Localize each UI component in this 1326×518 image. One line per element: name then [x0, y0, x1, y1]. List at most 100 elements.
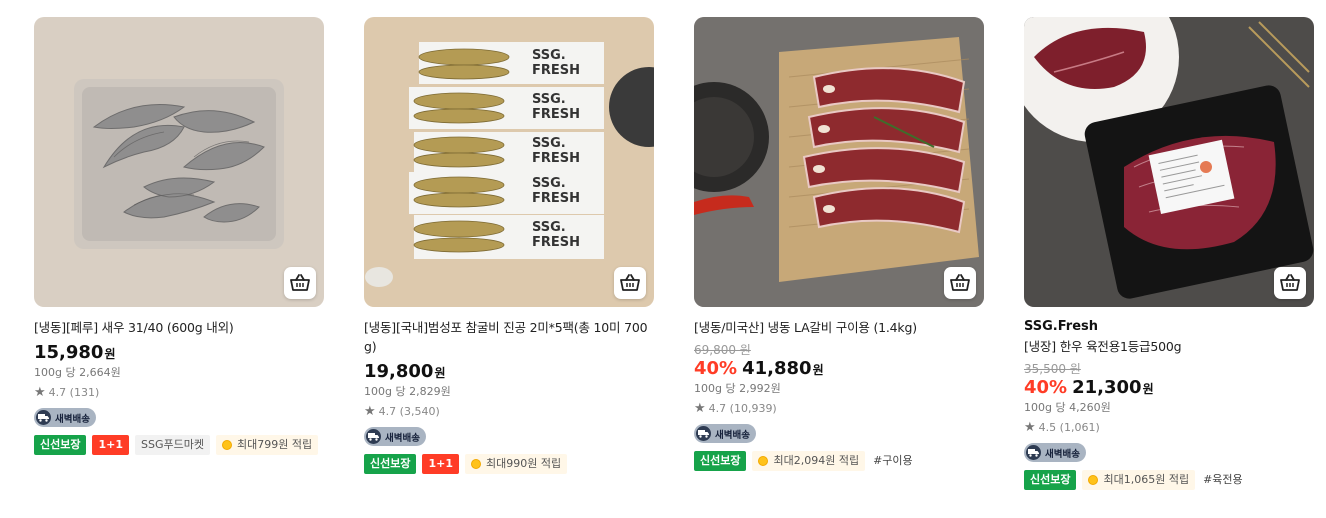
pack-label-line2: FRESH: [532, 191, 580, 206]
add-to-cart-button[interactable]: [944, 267, 976, 299]
unit-price: 100g 당 2,829원: [364, 385, 451, 398]
product-image[interactable]: SSG. FRESH SSG. FRESH SSG. FRESH SSG. FR…: [364, 17, 654, 307]
product-image[interactable]: [34, 17, 324, 307]
add-to-cart-button[interactable]: [1274, 267, 1306, 299]
badge-list: 신선보장 최대1,065원 적립 #육전용: [1024, 470, 1314, 490]
unit-price: 100g 당 2,992원: [694, 382, 781, 395]
unit-price: 100g 당 4,260원: [1024, 401, 1111, 414]
dawn-delivery-label: 새벽배송: [715, 429, 750, 441]
basket-icon: [620, 274, 640, 291]
currency: 원: [104, 347, 116, 361]
rating: ★ 4.7 (3,540): [364, 405, 654, 419]
add-to-cart-button[interactable]: [614, 267, 646, 299]
product-image[interactable]: [1024, 17, 1314, 307]
point-label: 최대990원 적립: [486, 457, 562, 470]
fresh-guarantee-badge: 신선보장: [34, 435, 87, 455]
pack-label-line2: FRESH: [532, 107, 580, 122]
dawn-delivery-badge: 새벽배송: [1024, 443, 1086, 462]
hanwoo-beef-image: [1024, 17, 1314, 307]
pack-label-line1: SSG.: [532, 136, 566, 151]
truck-icon: [36, 410, 51, 425]
review-count: (3,540): [399, 405, 440, 418]
truck-icon: [1026, 445, 1041, 460]
brand-name[interactable]: SSG.Fresh: [1024, 318, 1314, 336]
point-label: 최대799원 적립: [236, 438, 313, 451]
original-price: 35,500 원: [1024, 362, 1081, 376]
product-title[interactable]: [냉장] 한우 육전용1등급500g: [1024, 337, 1314, 356]
rating: ★ 4.7 (10,939): [694, 402, 984, 416]
point-label: 최대2,094원 적립: [773, 454, 860, 467]
product-card[interactable]: [냉동][페루] 새우 31/40 (600g 내외) 15,980 원 100g…: [34, 17, 324, 455]
pack-label-line2: FRESH: [532, 63, 580, 78]
sale-price: 41,880: [742, 358, 812, 379]
hashtag[interactable]: #육전용: [1201, 470, 1245, 490]
badge-list: 신선보장 최대2,094원 적립 #구이용: [694, 451, 984, 471]
sale-price: 15,980: [34, 342, 104, 363]
point-label: 최대1,065원 적립: [1103, 473, 1190, 486]
dawn-delivery-badge: 새벽배송: [364, 427, 426, 446]
dawn-delivery-label: 새벽배송: [55, 413, 90, 425]
star-icon: ★: [364, 404, 376, 419]
original-price: 69,800 원: [694, 343, 751, 357]
basket-icon: [290, 274, 310, 291]
product-title[interactable]: [냉동][국내]범성포 참굴비 진공 2미*5팩(총 10미 700g): [364, 318, 654, 356]
sale-price: 19,800: [364, 361, 434, 382]
rating: ★ 4.5 (1,061): [1024, 421, 1314, 435]
product-title[interactable]: [냉동][페루] 새우 31/40 (600g 내외): [34, 318, 324, 337]
currency: 원: [1142, 382, 1154, 396]
rating-score: 4.7: [378, 405, 397, 418]
point-badge: 최대799원 적립: [215, 435, 319, 455]
coin-icon: [758, 456, 769, 466]
rating-score: 4.7: [708, 402, 727, 415]
rating-score: 4.7: [48, 386, 67, 399]
currency: 원: [812, 363, 824, 377]
star-icon: ★: [1024, 420, 1036, 435]
dawn-delivery-label: 새벽배송: [1045, 448, 1080, 460]
badge-list: 신선보장 1+1 SSG푸드마켓 최대799원 적립: [34, 435, 324, 455]
star-icon: ★: [694, 401, 706, 416]
fresh-guarantee-badge: 신선보장: [694, 451, 747, 471]
product-image[interactable]: [694, 17, 984, 307]
dawn-delivery-label: 새벽배송: [385, 432, 420, 444]
basket-icon: [950, 274, 970, 291]
coin-icon: [471, 459, 482, 469]
rating-score: 4.5: [1038, 421, 1057, 434]
fresh-guarantee-badge: 신선보장: [1024, 470, 1077, 490]
fresh-guarantee-badge: 신선보장: [364, 454, 417, 474]
sale-price: 21,300: [1072, 377, 1142, 398]
yellow-croaker-image: SSG. FRESH SSG. FRESH SSG. FRESH SSG. FR…: [364, 17, 654, 307]
product-card[interactable]: SSG. FRESH SSG. FRESH SSG. FRESH SSG. FR…: [364, 17, 654, 474]
pack-label-line1: SSG.: [532, 220, 566, 235]
product-card[interactable]: SSG.Fresh [냉장] 한우 육전용1등급500g 35,500 원 40…: [1024, 17, 1314, 490]
store-badge: SSG푸드마켓: [135, 435, 210, 455]
discount-rate: 40%: [1024, 377, 1068, 398]
price-row: 15,980 원: [34, 342, 324, 365]
point-badge: 최대2,094원 적립: [752, 451, 866, 471]
basket-icon: [1280, 274, 1300, 291]
point-badge: 최대990원 적립: [465, 454, 568, 474]
coin-icon: [1088, 475, 1099, 485]
rating: ★ 4.7 (131): [34, 386, 324, 400]
badge-list: 신선보장 1+1 최대990원 적립: [364, 454, 654, 474]
one-plus-one-badge: 1+1: [422, 454, 460, 474]
star-icon: ★: [34, 385, 46, 400]
pack-label-line1: SSG.: [532, 176, 566, 191]
product-card[interactable]: [냉동/미국산] 냉동 LA갈비 구이용 (1.4kg) 69,800 원 40…: [694, 17, 984, 471]
shrimp-image: [34, 17, 324, 307]
price-row: 40% 21,300 원: [1024, 377, 1314, 400]
add-to-cart-button[interactable]: [284, 267, 316, 299]
price-row: 40% 41,880 원: [694, 358, 984, 381]
pack-label-line1: SSG.: [532, 48, 566, 63]
product-title[interactable]: [냉동/미국산] 냉동 LA갈비 구이용 (1.4kg): [694, 318, 984, 337]
pack-label-line2: FRESH: [532, 235, 580, 250]
beef-rib-image: [694, 17, 984, 307]
currency: 원: [434, 366, 446, 380]
hashtag[interactable]: #구이용: [871, 451, 915, 471]
review-count: (10,939): [729, 402, 777, 415]
dawn-delivery-badge: 새벽배송: [34, 408, 96, 427]
truck-icon: [696, 426, 711, 441]
dawn-delivery-badge: 새벽배송: [694, 424, 756, 443]
price-row: 19,800 원: [364, 361, 654, 384]
unit-price: 100g 당 2,664원: [34, 366, 121, 379]
review-count: (1,061): [1059, 421, 1100, 434]
